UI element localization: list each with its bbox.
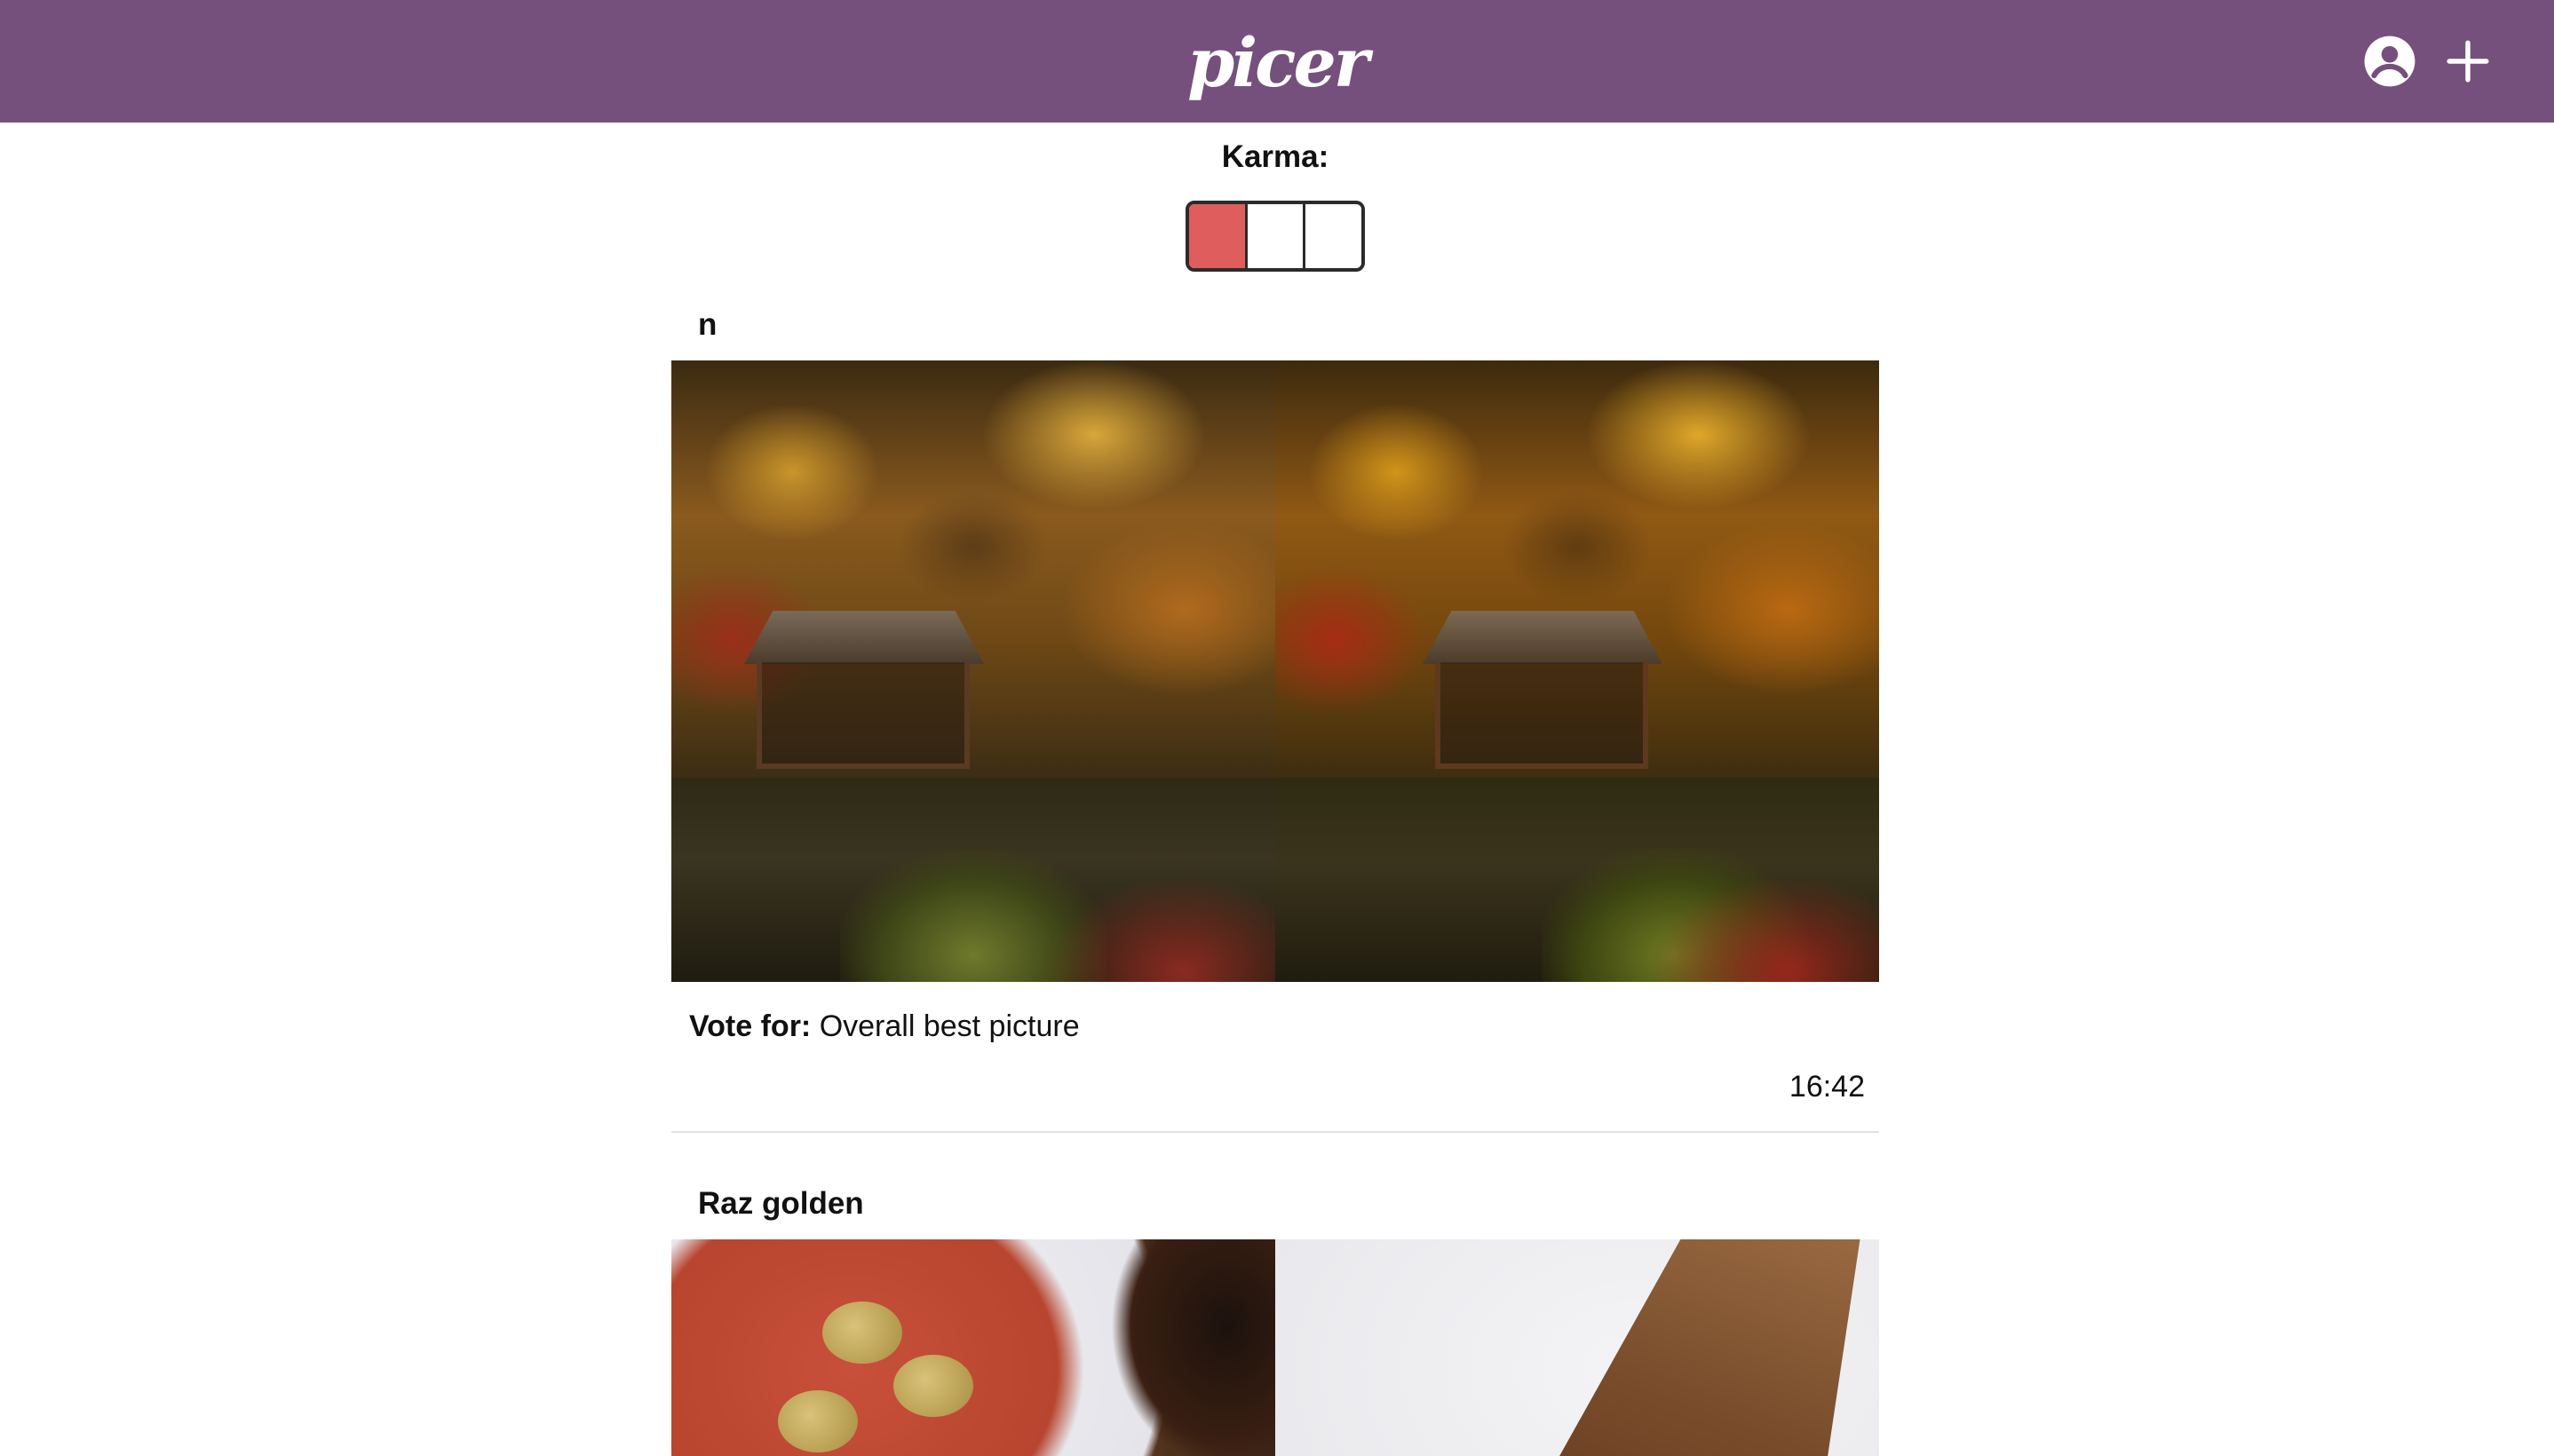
karma-segment [1247,204,1306,268]
vote-topic: Overall best picture [819,1009,1080,1043]
photo-option-left[interactable] [671,360,1275,982]
karma-meter [1186,201,1365,272]
red-bush [1648,875,1879,982]
gazebo [1435,662,1648,769]
tortellini [893,1355,973,1417]
photo-option-left[interactable] [671,1239,1275,1456]
top-bar: picer [0,0,2554,123]
tortellini [778,1390,858,1452]
post-author[interactable]: Raz golden [698,1184,864,1223]
plus-icon[interactable] [2440,34,2495,89]
karma-segment [1189,204,1248,268]
photo-pair[interactable] [671,1239,1879,1456]
vote-for-line: Vote for: Overall best picture [689,1009,1080,1044]
pie-slice [1542,1239,1861,1456]
photo-option-right[interactable] [1275,360,1879,982]
tortellini [822,1302,902,1364]
photo-pair[interactable] [671,360,1879,982]
karma-label: Karma: [1221,139,1329,174]
post-author[interactable]: n [698,305,717,344]
red-bush [1044,875,1275,982]
gazebo-roof [1423,611,1662,664]
gazebo [757,662,970,769]
photo-option-right[interactable] [1275,1239,1879,1456]
post-time: 16:42 [1789,1070,1865,1104]
post-divider [671,1131,1879,1133]
account-circle-icon[interactable] [2362,34,2417,89]
vote-for-label: Vote for: [689,1009,812,1043]
karma-segment [1305,204,1361,268]
gazebo-roof [744,611,984,664]
picer-logo[interactable]: picer [1187,20,1369,105]
